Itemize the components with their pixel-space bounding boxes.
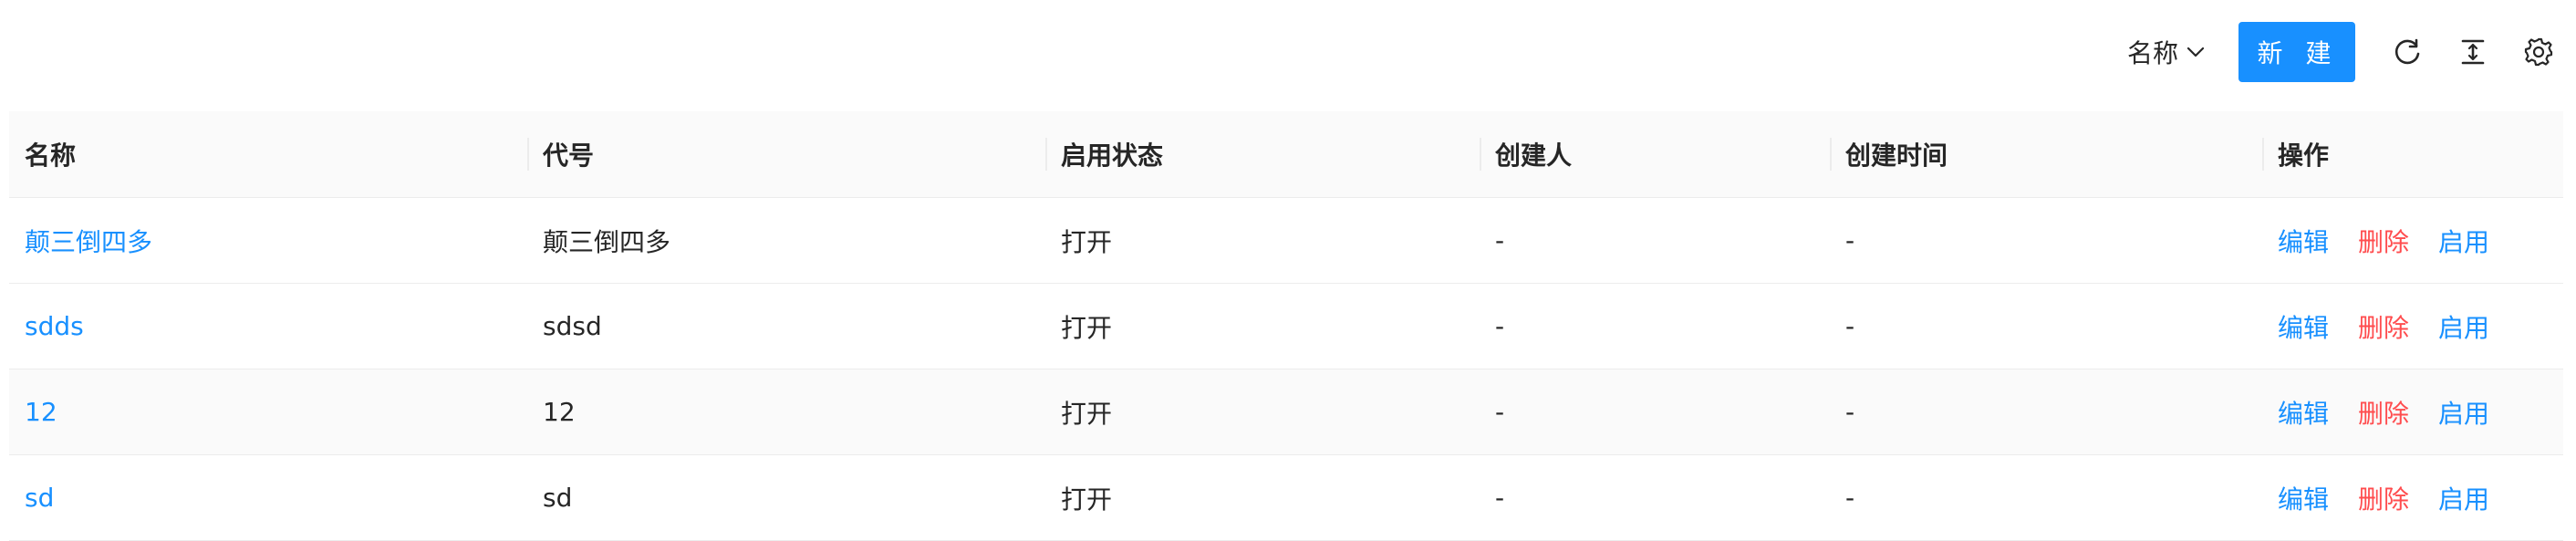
cell-status: 打开 [1045, 454, 1480, 541]
table-row: sd sd 打开 - - 编辑 删除 启用 [9, 454, 2563, 541]
enable-action[interactable]: 启用 [2438, 399, 2489, 429]
cell-status: 打开 [1045, 283, 1480, 369]
enable-action[interactable]: 启用 [2438, 484, 2489, 515]
table-row: 12 12 打开 - - 编辑 删除 启用 [9, 369, 2563, 455]
cell-created-at: - [1830, 197, 2262, 284]
sort-field-dropdown[interactable]: 名称 [2127, 34, 2206, 70]
chevron-down-icon [2186, 42, 2206, 62]
enable-action[interactable]: 启用 [2438, 227, 2489, 257]
cell-name: 颠三倒四多 [9, 197, 527, 284]
cell-creator: - [1480, 454, 1830, 541]
cell-actions: 编辑 删除 启用 [2262, 454, 2563, 541]
row-name-link[interactable]: 颠三倒四多 [25, 227, 152, 257]
delete-action[interactable]: 删除 [2358, 313, 2409, 343]
row-name-link[interactable]: sdds [25, 311, 84, 341]
cell-actions: 编辑 删除 启用 [2262, 283, 2563, 369]
cell-name: 12 [9, 369, 527, 455]
delete-action[interactable]: 删除 [2358, 484, 2409, 515]
cell-creator: - [1480, 283, 1830, 369]
edit-action[interactable]: 编辑 [2278, 313, 2329, 343]
reload-icon[interactable] [2392, 36, 2423, 68]
cell-code: sdsd [527, 283, 1045, 369]
delete-action[interactable]: 删除 [2358, 399, 2409, 429]
row-name-link[interactable]: 12 [25, 397, 57, 427]
table-row: sdds sdsd 打开 - - 编辑 删除 启用 [9, 283, 2563, 369]
cell-status: 打开 [1045, 369, 1480, 455]
cell-code: sd [527, 454, 1045, 541]
column-header-code[interactable]: 代号 [527, 111, 1045, 198]
settings-icon[interactable] [2523, 36, 2554, 68]
cell-code: 颠三倒四多 [527, 197, 1045, 284]
cell-name: sdds [9, 283, 527, 369]
cell-actions: 编辑 删除 启用 [2262, 197, 2563, 284]
data-table: 名称 代号 启用状态 创建人 创建时间 操作 颠三倒四多 颠三倒四多 打开 - … [9, 111, 2563, 541]
column-height-icon[interactable] [2457, 36, 2488, 68]
table-header-row: 名称 代号 启用状态 创建人 创建时间 操作 [9, 111, 2563, 198]
table-toolbar: 名称 新 建 [2127, 22, 2554, 82]
edit-action[interactable]: 编辑 [2278, 227, 2329, 257]
cell-created-at: - [1830, 283, 2262, 369]
column-header-status[interactable]: 启用状态 [1045, 111, 1480, 198]
table-row: 颠三倒四多 颠三倒四多 打开 - - 编辑 删除 启用 [9, 197, 2563, 284]
cell-created-at: - [1830, 369, 2262, 455]
column-header-created-at[interactable]: 创建时间 [1830, 111, 2262, 198]
new-button[interactable]: 新 建 [2238, 22, 2355, 82]
cell-name: sd [9, 454, 527, 541]
delete-action[interactable]: 删除 [2358, 227, 2409, 257]
column-header-actions: 操作 [2262, 111, 2563, 198]
cell-code: 12 [527, 369, 1045, 455]
cell-status: 打开 [1045, 197, 1480, 284]
cell-actions: 编辑 删除 启用 [2262, 369, 2563, 455]
edit-action[interactable]: 编辑 [2278, 484, 2329, 515]
cell-created-at: - [1830, 454, 2262, 541]
row-name-link[interactable]: sd [25, 483, 54, 513]
cell-creator: - [1480, 197, 1830, 284]
cell-creator: - [1480, 369, 1830, 455]
edit-action[interactable]: 编辑 [2278, 399, 2329, 429]
enable-action[interactable]: 启用 [2438, 313, 2489, 343]
sort-field-label: 名称 [2126, 38, 2178, 68]
column-header-creator[interactable]: 创建人 [1480, 111, 1830, 198]
column-header-name[interactable]: 名称 [9, 111, 527, 198]
